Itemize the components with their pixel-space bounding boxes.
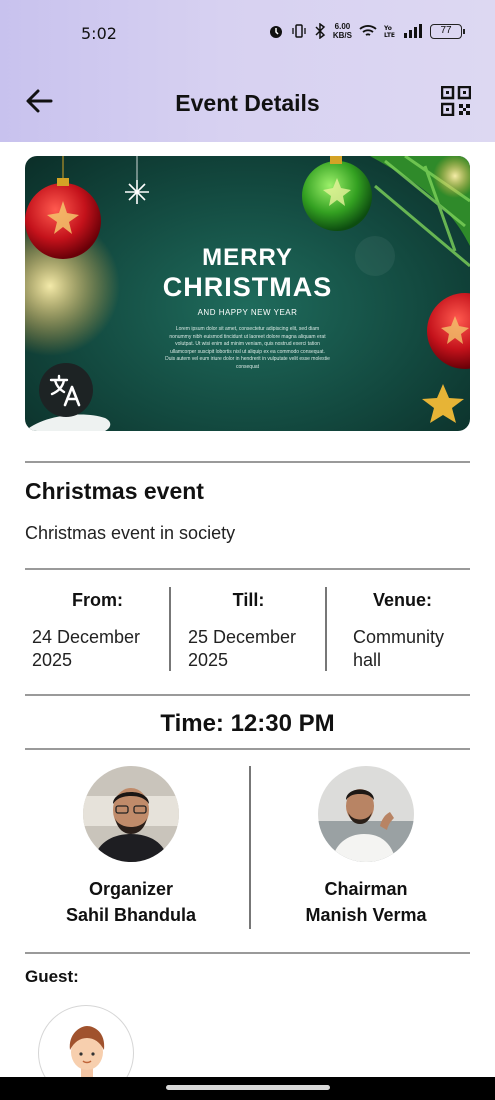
status-icons: 6.00 KB/S Yo LTE 77 — [268, 22, 465, 40]
svg-text:Yo: Yo — [384, 25, 392, 32]
gesture-handle[interactable] — [166, 1085, 330, 1090]
divider — [25, 694, 470, 696]
till-column: Till: 25 December 2025 — [181, 590, 316, 672]
chairman-card[interactable]: Chairman Manish Verma — [270, 766, 462, 928]
signal-icon — [404, 24, 422, 38]
till-label: Till: — [232, 590, 265, 610]
divider — [25, 952, 470, 954]
banner-line-new-year: AND HAPPY NEW YEAR — [197, 308, 298, 317]
venue-value: Community hall — [353, 627, 445, 670]
speed-unit: KB/S — [332, 31, 352, 40]
event-time: Time: 12:30 PM — [160, 710, 335, 737]
banner-line-christmas: CHRISTMAS — [162, 272, 333, 302]
venue-column: Venue: Community hall — [335, 590, 470, 672]
organizer-name: Sahil Bhandula — [65, 905, 197, 925]
system-nav-bar — [0, 1077, 495, 1100]
column-divider — [169, 587, 171, 671]
divider — [25, 748, 470, 750]
battery-level: 77 — [440, 24, 452, 36]
wifi-icon — [359, 25, 377, 36]
bluetooth-icon — [315, 23, 326, 39]
guest-label: Guest: — [25, 967, 79, 986]
header: 5:02 6.00 KB/S Yo LTE 77 Event Details — [0, 0, 495, 142]
vibrate-icon — [292, 24, 306, 38]
chairman-avatar — [318, 766, 414, 862]
volte-icon: YoLTE — [384, 25, 395, 38]
event-title: Christmas event — [25, 478, 204, 504]
battery-icon: 77 — [430, 23, 465, 39]
from-label: From: — [72, 590, 123, 610]
divider — [25, 568, 470, 570]
qr-code-icon[interactable] — [441, 86, 471, 116]
venue-label: Venue: — [372, 590, 433, 610]
from-value: 24 December 2025 — [32, 627, 141, 670]
organizer-photo — [83, 766, 179, 862]
organizer-role: Organizer — [88, 879, 174, 899]
speed-value: 6.00 — [334, 22, 351, 31]
chairman-role: Chairman — [324, 879, 408, 899]
alarm-icon — [269, 26, 282, 38]
divider — [25, 461, 470, 463]
banner-body-text: Lorem ipsum dolor sit amet, consectetur … — [165, 326, 330, 370]
page-title: Event Details — [175, 90, 320, 116]
translate-button[interactable] — [39, 363, 93, 417]
column-divider — [325, 587, 327, 671]
till-value: 25 December 2025 — [188, 627, 297, 670]
app-bar: Event Details — [0, 84, 495, 124]
network-speed: 6.00 KB/S — [333, 22, 352, 40]
from-column: From: 24 December 2025 — [25, 590, 170, 672]
translate-icon — [49, 374, 81, 407]
svg-text:LTE: LTE — [384, 32, 395, 38]
banner-line-merry: MERRY — [202, 244, 293, 271]
chairman-photo — [318, 766, 414, 862]
event-banner-image: MERRY CHRISTMAS AND HAPPY NEW YEAR Lorem… — [25, 156, 470, 431]
organizer-card[interactable]: Organizer Sahil Bhandula — [36, 766, 226, 928]
column-divider — [249, 766, 251, 929]
chairman-name: Manish Verma — [305, 905, 427, 925]
status-time: 5:02 — [81, 24, 117, 43]
status-bar: 5:02 6.00 KB/S Yo LTE 77 — [0, 22, 495, 46]
event-description: Christmas event in society — [25, 523, 236, 543]
organizer-avatar — [83, 766, 179, 862]
